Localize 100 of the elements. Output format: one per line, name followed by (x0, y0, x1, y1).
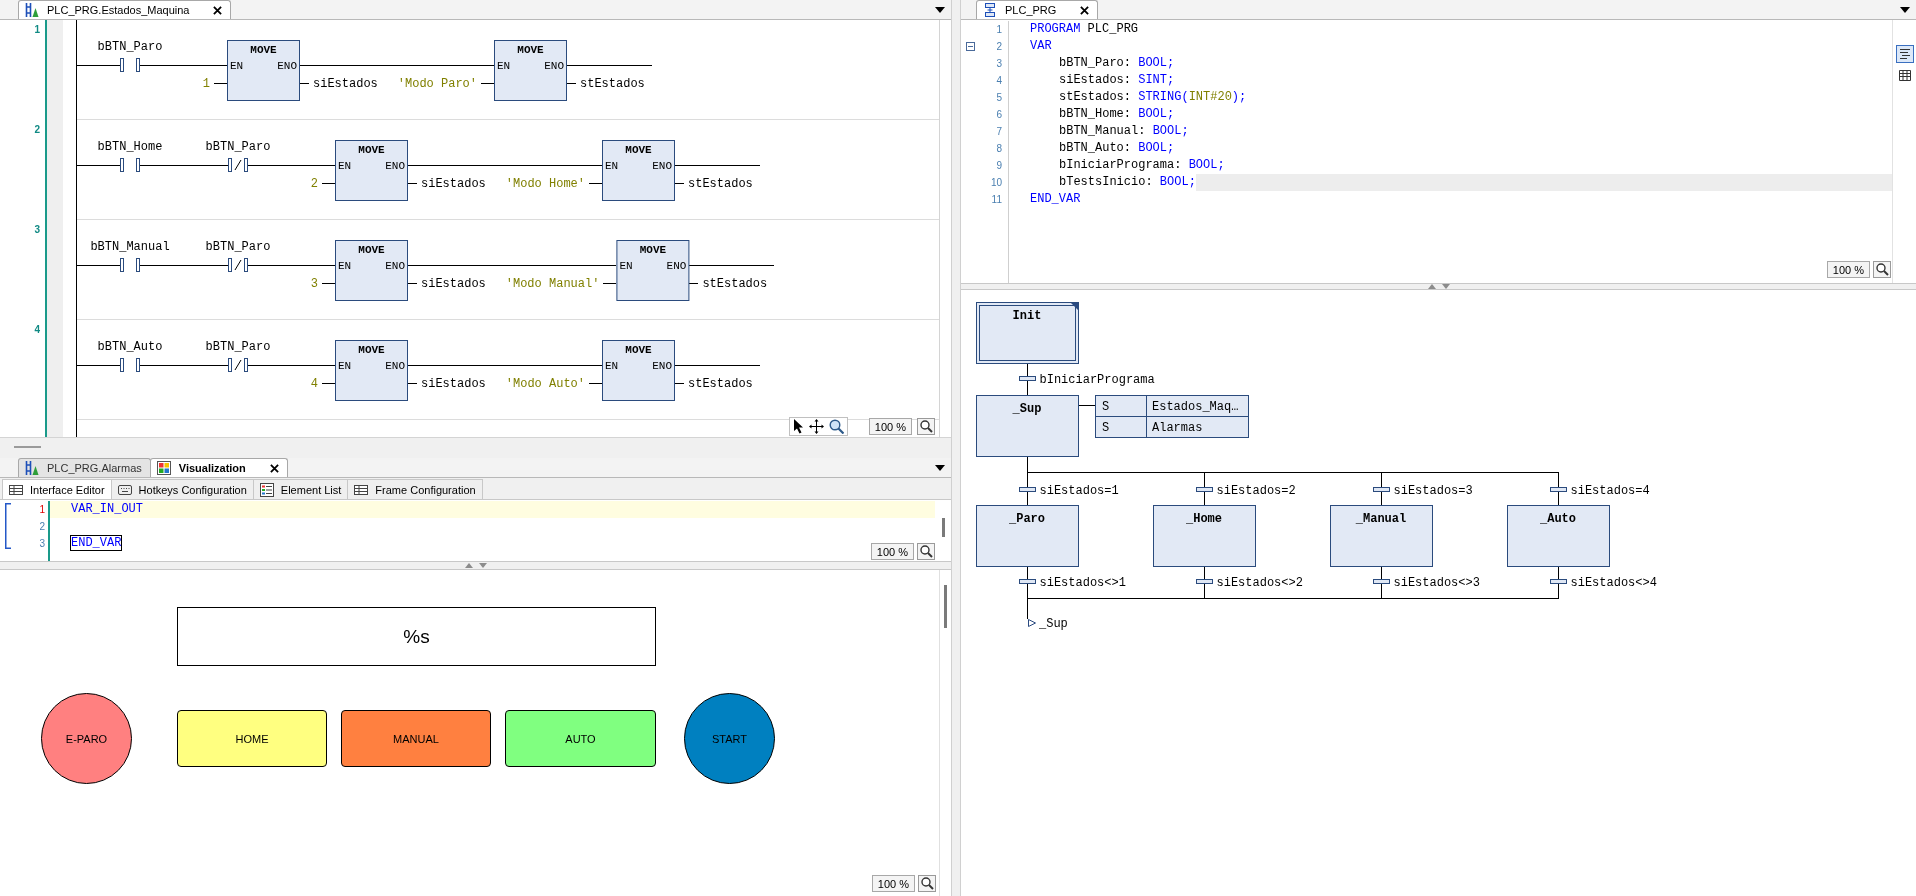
tab[interactable]: Interface Editor (2, 479, 112, 499)
pin-label: EN (619, 260, 633, 272)
variable-label: bBTN_Home (97, 140, 163, 154)
tab[interactable]: Visualization (149, 458, 288, 477)
transition-condition: siEstados<>2 (1216, 575, 1303, 590)
input-value: 2 (310, 177, 318, 191)
down-triangle-icon[interactable] (478, 563, 487, 568)
zoom-icon[interactable] (917, 418, 935, 435)
caret-icon[interactable] (1900, 7, 1910, 13)
up-triangle-icon[interactable] (1427, 284, 1436, 289)
transition-bar[interactable] (1373, 487, 1390, 492)
sfc-step[interactable]: _Manual (1330, 505, 1433, 567)
contact[interactable] (120, 58, 140, 72)
caret-icon[interactable] (935, 7, 945, 13)
function-block[interactable] (616, 240, 690, 301)
close-icon[interactable] (1080, 5, 1090, 15)
transition-condition: siEstados=1 (1039, 483, 1119, 498)
close-icon[interactable] (269, 463, 279, 473)
jump-target: _Sup (1039, 617, 1068, 631)
mode-button[interactable]: HOME (177, 710, 327, 767)
text-lines-icon[interactable] (1895, 45, 1914, 63)
output-variable: stEstados (688, 177, 753, 191)
zoom-icon[interactable] (917, 543, 935, 560)
connector-line (1204, 472, 1205, 488)
move-icon[interactable] (808, 419, 824, 434)
transition-bar[interactable] (1196, 579, 1213, 584)
magnifier-icon[interactable] (828, 419, 844, 434)
up-triangle-icon[interactable] (464, 563, 473, 568)
pin-label: EN (497, 60, 511, 72)
transition-bar[interactable] (1550, 487, 1567, 492)
sfc-step[interactable]: _Paro (976, 505, 1079, 567)
tab[interactable]: PLC_PRG (976, 0, 1099, 19)
tab[interactable]: PLC_PRG.Estados_Maquina (18, 0, 232, 19)
close-icon[interactable] (213, 5, 223, 15)
list-icon (259, 482, 274, 497)
output-variable: siEstados (421, 377, 486, 391)
scrollbar-thumb[interactable] (944, 585, 947, 628)
down-triangle-icon[interactable] (1441, 284, 1450, 289)
input-value: 'Modo Paro' (397, 77, 477, 91)
transition-bar[interactable] (1019, 487, 1036, 492)
code-line: siEstados: SINT; (1059, 73, 1175, 88)
variable-label: bBTN_Paro (205, 340, 271, 354)
transition-bar[interactable] (1019, 376, 1036, 381)
contact[interactable] (228, 158, 248, 172)
scrollbar-thumb[interactable] (941, 518, 945, 537)
wire (674, 383, 685, 384)
contact[interactable] (120, 258, 140, 272)
zoom-selector[interactable]: 100 % (870, 543, 914, 560)
ladder-icon (25, 461, 39, 475)
zoom-selector[interactable]: 100 % (1826, 261, 1870, 278)
collapse-icon[interactable] (966, 42, 975, 51)
round-button[interactable]: START (684, 693, 775, 784)
transition-bar[interactable] (1373, 579, 1390, 584)
cursor-icon[interactable] (792, 419, 804, 434)
line-number: 8 (995, 142, 1003, 156)
tab[interactable]: Frame Configuration (347, 479, 483, 499)
input-value: 3 (310, 277, 318, 291)
input-value: 4 (310, 377, 318, 391)
fold-bracket-icon[interactable] (5, 503, 11, 549)
tab[interactable]: Hotkeys Configuration (110, 479, 254, 499)
tab[interactable]: PLC_PRG.Alarmas (18, 458, 151, 477)
zoom-icon[interactable] (1873, 261, 1891, 278)
function-block[interactable] (335, 240, 408, 301)
function-block[interactable] (335, 140, 408, 201)
block-title: MOVE (358, 244, 385, 256)
transition-bar[interactable] (1196, 487, 1213, 492)
contact[interactable] (120, 158, 140, 172)
ladder-icon (25, 3, 39, 17)
round-button[interactable]: E-PARO (41, 693, 132, 784)
contact[interactable] (228, 258, 248, 272)
zoom-selector[interactable]: 100 % (871, 875, 915, 892)
transition-bar[interactable] (1019, 579, 1036, 584)
pin-label: EN (230, 60, 244, 72)
function-block[interactable] (602, 340, 675, 401)
contact[interactable] (228, 358, 248, 372)
transition-condition: siEstados<>4 (1570, 575, 1657, 590)
sfc-step[interactable]: _Home (1153, 505, 1256, 567)
connector-line (1558, 472, 1559, 488)
caret-icon[interactable] (935, 465, 945, 471)
tab[interactable]: Element List (252, 479, 349, 499)
transition-bar[interactable] (1550, 579, 1567, 584)
function-block[interactable] (602, 140, 675, 201)
mode-button[interactable]: AUTO (505, 710, 656, 767)
transition-condition: siEstados<>1 (1039, 575, 1126, 590)
output-variable: stEstados (688, 377, 753, 391)
zoom-selector[interactable]: 100 % (868, 418, 912, 435)
pin-label: EN (605, 360, 619, 372)
sfc-step[interactable]: _Sup (976, 395, 1079, 457)
mode-button[interactable]: MANUAL (341, 710, 491, 767)
zoom-icon[interactable] (918, 875, 936, 892)
output-variable: stEstados (580, 77, 645, 91)
contact[interactable] (120, 358, 140, 372)
sfc-step[interactable]: Init (976, 302, 1079, 364)
transition-condition: siEstados<>3 (1393, 575, 1480, 590)
block-title: MOVE (517, 44, 544, 56)
sfc-step[interactable]: _Auto (1507, 505, 1610, 567)
function-block[interactable] (335, 340, 408, 401)
code-line: bBTN_Manual: BOOL; (1059, 124, 1189, 139)
function-block[interactable] (227, 40, 300, 101)
function-block[interactable] (494, 40, 567, 101)
